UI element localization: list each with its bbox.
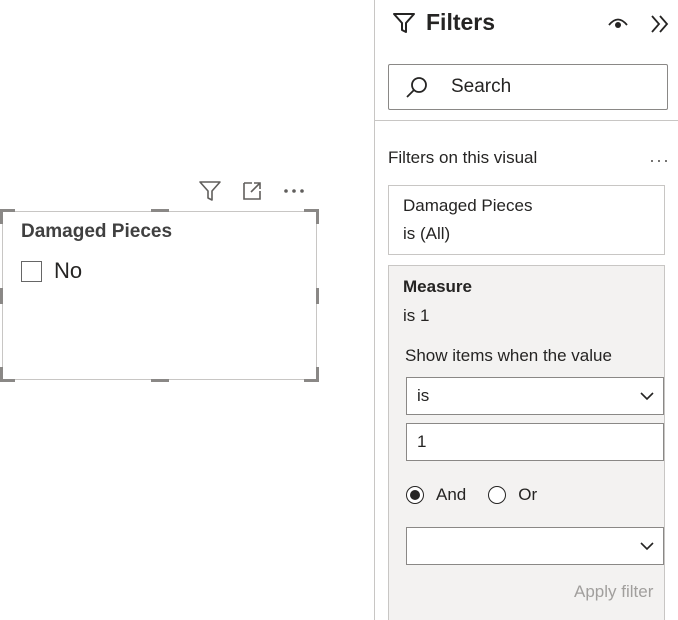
search-placeholder: Search [451, 76, 512, 97]
filter-card-condition: is 1 [403, 306, 430, 325]
apply-filter-button[interactable]: Apply filter [574, 582, 653, 602]
chevron-down-icon [640, 392, 654, 401]
filter-card-condition: is (All) [403, 224, 451, 243]
filter-pane-icon [393, 12, 415, 33]
slicer-checkbox[interactable] [21, 260, 42, 282]
logic-radio-group: And Or [406, 485, 537, 505]
focus-mode-icon[interactable] [238, 177, 266, 205]
resize-handle-top[interactable] [151, 209, 169, 212]
value-text: 1 [417, 432, 427, 451]
slicer-title: Damaged Pieces [21, 221, 173, 242]
radio-or[interactable] [488, 486, 507, 504]
resize-handle-bottom[interactable] [151, 379, 169, 382]
slicer-item-label: No [54, 258, 83, 283]
filter-card-measure[interactable]: Measure is 1 Show items when the value i… [388, 265, 665, 620]
more-options-icon[interactable] [280, 177, 308, 205]
eye-icon[interactable] [607, 12, 629, 34]
resize-handle-bottom-left[interactable] [0, 367, 15, 382]
filter-icon[interactable] [196, 177, 224, 205]
visual-header [196, 176, 308, 206]
slicer-item[interactable]: No [21, 258, 82, 284]
resize-handle-right[interactable] [316, 288, 319, 304]
radio-or-label: Or [518, 485, 538, 504]
filters-pane: Filters Search Filters on this visual ··… [374, 0, 678, 620]
filter-card-field: Measure [403, 277, 472, 296]
filter-card-field: Damaged Pieces [403, 196, 533, 215]
show-items-label: Show items when the value [405, 346, 612, 365]
slicer-visual[interactable]: Damaged Pieces No [0, 209, 319, 382]
resize-handle-bottom-right[interactable] [304, 367, 319, 382]
chevron-down-icon [640, 542, 654, 551]
filters-pane-title: Filters [426, 9, 496, 35]
resize-handle-left[interactable] [0, 288, 3, 304]
pane-divider [375, 120, 678, 121]
radio-and-label: And [436, 485, 467, 504]
collapse-pane-icon[interactable] [649, 12, 671, 36]
filters-pane-header: Filters [392, 9, 495, 36]
section-more-icon[interactable]: ··· [649, 150, 670, 171]
resize-handle-top-right[interactable] [304, 209, 319, 224]
operator-value: is [417, 386, 430, 405]
section-label-visual-filters: Filters on this visual [388, 148, 538, 167]
second-operator-dropdown[interactable] [406, 527, 664, 565]
radio-and[interactable] [406, 486, 424, 504]
operator-dropdown[interactable]: is [406, 377, 664, 415]
radio-selected-dot [410, 490, 420, 500]
value-input[interactable]: 1 [406, 423, 664, 461]
filter-card-damaged-pieces[interactable]: Damaged Pieces is (All) [388, 185, 665, 255]
search-input[interactable]: Search [388, 64, 668, 110]
search-icon [406, 77, 427, 98]
resize-handle-top-left[interactable] [0, 209, 15, 224]
